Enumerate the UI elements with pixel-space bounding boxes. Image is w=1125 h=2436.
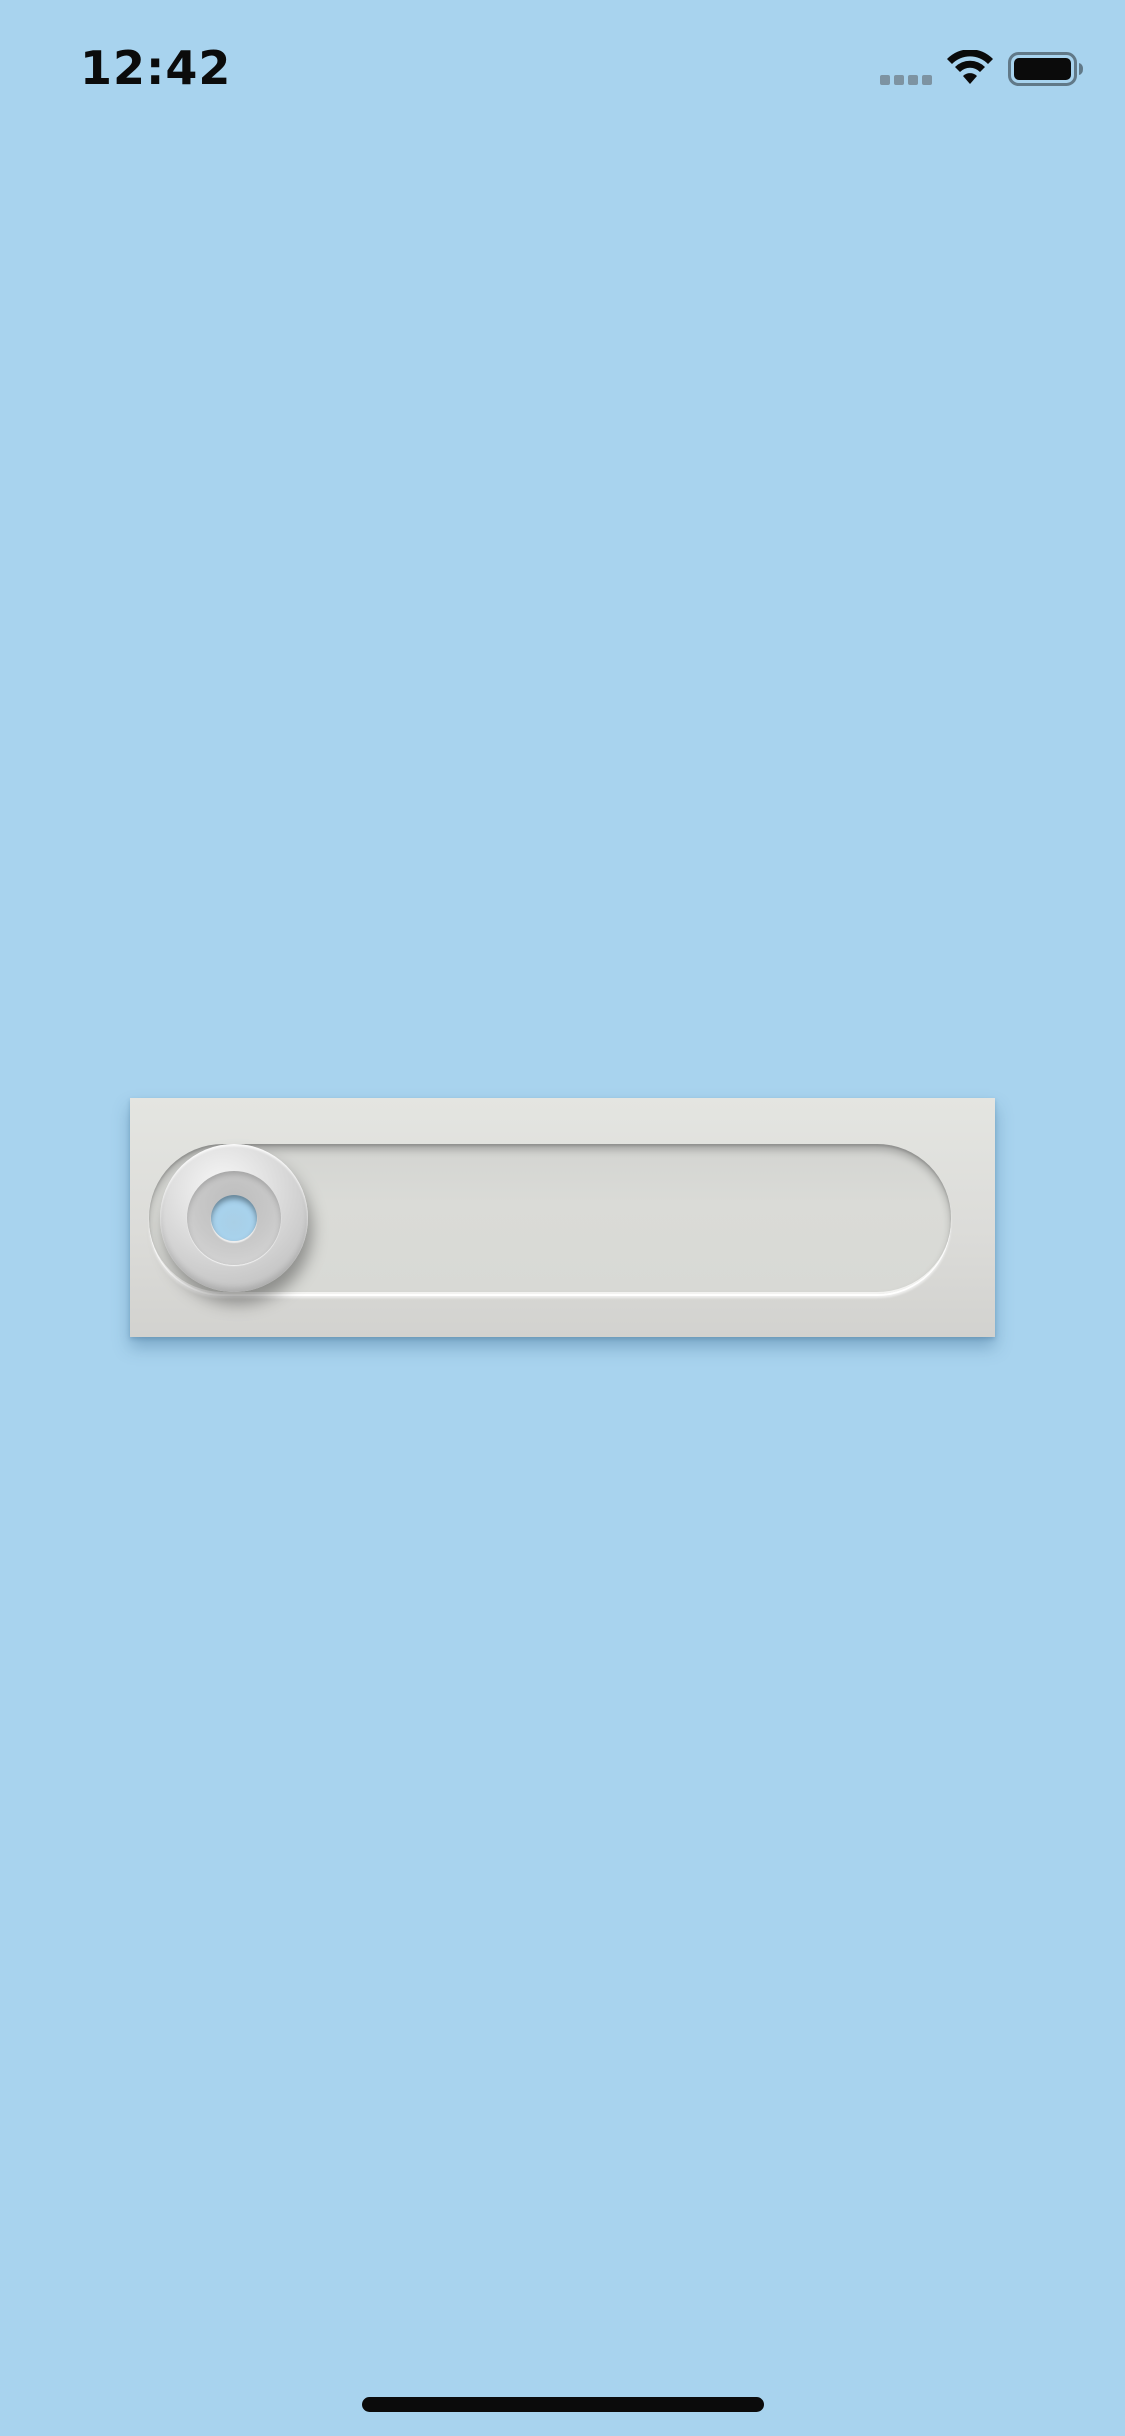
home-indicator[interactable] [362,2397,764,2412]
signal-icon [880,75,934,85]
wifi-icon [947,50,993,84]
status-bar: 12:42 [0,0,1125,132]
status-time: 12:42 [80,41,232,95]
slider-panel [130,1098,995,1337]
slider-knob[interactable] [160,1144,308,1292]
knob-ring [187,1171,281,1265]
screen-background: 12:42 [0,0,1125,2436]
battery-icon [1008,52,1083,86]
knob-hole [211,1195,257,1241]
slider-track[interactable] [149,1144,951,1294]
